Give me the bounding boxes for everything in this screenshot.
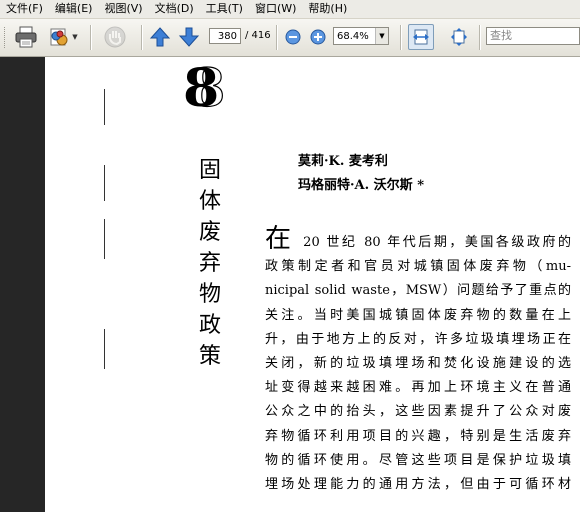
zoom-in-button[interactable] (308, 24, 328, 50)
author-name: 莫莉·K. 麦考利 (298, 154, 388, 169)
author-name: 玛格丽特·A. 沃尔斯 * (298, 178, 424, 193)
author-list: 莫莉·K. 麦考利 玛格丽特·A. 沃尔斯 * (298, 150, 424, 198)
text-line: 址变得越来越困难。再加上环境主义在普通 (265, 380, 571, 396)
toolbar: ▼ / 416 68.4% ▼ (0, 19, 580, 57)
chapter-title: 固 体 废 弃 物 政 策 (198, 158, 221, 369)
hand-tool-button[interactable] (100, 24, 130, 50)
text-line: 在 20 世纪 80 年代后期，美国各级政府的 (265, 224, 571, 254)
prev-page-icon (149, 27, 171, 47)
text-line: nicipal solid waste，MSW）问题给予了重点的 (265, 283, 571, 299)
chapter-number: 8 8 (183, 58, 226, 119)
text-line: 政策制定者和官员对城镇固体废弃物（mu- (265, 259, 571, 275)
body-text: 在 20 世纪 80 年代后期，美国各级政府的 政策制定者和官员对城镇固体废弃物… (265, 224, 571, 497)
menu-file[interactable]: 文件(F) (0, 0, 49, 18)
page-total: / 416 (245, 30, 271, 41)
chevron-down-icon[interactable]: ▼ (375, 28, 388, 44)
menu-bar: 文件(F) 编辑(E) 视图(V) 文档(D) 工具(T) 窗口(W) 帮助(H… (0, 0, 580, 19)
zoom-value: 68.4% (337, 30, 369, 42)
text-line: 公众之中的抬头，这些因素提升了公众对废 (265, 404, 571, 420)
print-icon (15, 26, 37, 48)
fit-page-icon (451, 28, 467, 46)
margin-mark (104, 219, 105, 259)
menu-document[interactable]: 文档(D) (149, 0, 200, 18)
text-line: 埋场处理能力的通用方法，但由于可循环材 (265, 477, 571, 493)
margin-mark (104, 165, 105, 201)
text-line: 升，由于地方上的反对，许多垃圾填埋场正在 (265, 331, 571, 347)
zoom-out-button[interactable] (283, 24, 303, 50)
fit-width-icon (413, 29, 429, 45)
text-line: 关闭，新的垃圾填埋场和焚化设施建设的选 (265, 356, 571, 372)
fit-page-button[interactable] (446, 24, 472, 50)
zoom-out-icon (285, 29, 301, 45)
page-number-input[interactable] (209, 28, 241, 44)
print-button[interactable] (12, 24, 40, 50)
zoom-select[interactable]: 68.4% ▼ (333, 27, 389, 45)
chevron-down-icon[interactable]: ▼ (72, 33, 77, 41)
text-line: 关注。当时美国城镇固体废弃物的数量在上 (265, 307, 571, 323)
previous-page-button[interactable] (148, 24, 172, 50)
share-button[interactable]: ▼ (46, 24, 80, 50)
drop-cap: 在 (265, 224, 294, 254)
margin-mark (104, 89, 105, 125)
text-line: 物的循环使用。尽管这些项目是保护垃圾填 (265, 452, 571, 468)
menu-tools[interactable]: 工具(T) (200, 0, 249, 18)
zoom-in-icon (310, 29, 326, 45)
document-page: 8 8 固 体 废 弃 物 政 策 莫莉·K. 麦考利 玛格丽特·A. 沃尔斯 … (45, 57, 580, 512)
fit-width-button[interactable] (408, 24, 434, 50)
next-page-button[interactable] (177, 24, 201, 50)
search-input[interactable]: 查找 (486, 27, 580, 45)
menu-view[interactable]: 视图(V) (98, 0, 148, 18)
share-icon (50, 28, 68, 46)
hand-icon (104, 26, 126, 48)
menu-window[interactable]: 窗口(W) (249, 0, 302, 18)
next-page-icon (178, 27, 200, 47)
margin-mark (104, 329, 105, 369)
menu-edit[interactable]: 编辑(E) (49, 0, 99, 18)
text-line: 弃物循环利用项目的兴趣，特别是生活废弃 (265, 428, 571, 444)
menu-help[interactable]: 帮助(H) (302, 0, 353, 18)
toolbar-grip[interactable] (4, 27, 8, 48)
